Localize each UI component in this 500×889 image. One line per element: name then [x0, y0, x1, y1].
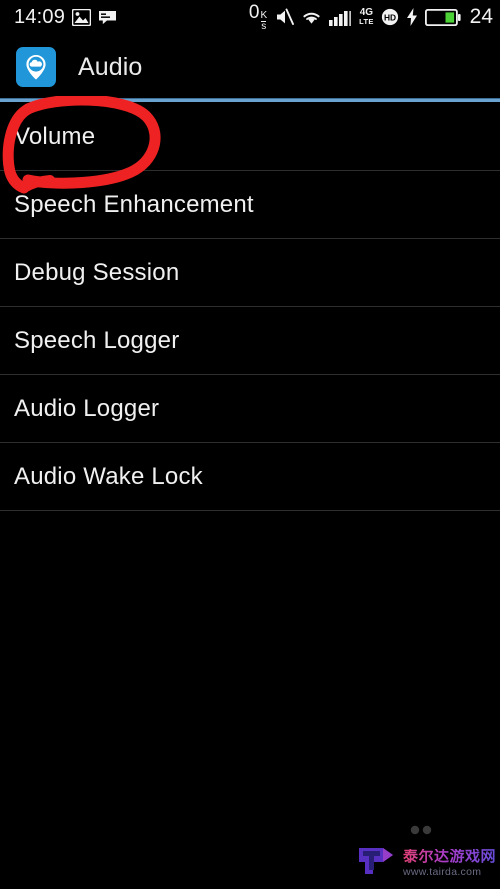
network-speed-indicator: 0 K s: [249, 2, 267, 32]
network-type-standard: LTE: [359, 17, 374, 27]
signal-bars-icon: [329, 9, 352, 26]
network-type-indicator: 4G LTE: [359, 8, 374, 26]
wifi-icon: [301, 9, 322, 25]
network-speed-value: 0: [248, 2, 260, 23]
phone-screen: 14:09 0 K s 4G LTE HD 24 Audio Volume Sp…: [0, 0, 500, 889]
watermark-text: 泰尔达游戏网 www.tairda.com: [403, 849, 496, 878]
status-bar-right: 0 K s 4G LTE HD 24: [249, 2, 493, 32]
list-item-speech-logger[interactable]: Speech Logger: [0, 307, 500, 375]
list-item-volume[interactable]: Volume: [0, 103, 500, 171]
page-title: Audio: [78, 52, 143, 81]
image-icon: [72, 8, 92, 26]
network-speed-unit: K s: [260, 10, 268, 32]
tairda-t-logo: [357, 844, 397, 883]
list-item-audio-wake-lock[interactable]: Audio Wake Lock: [0, 443, 500, 511]
status-bar-clock: 14:09: [14, 5, 66, 28]
list-item-label: Audio Wake Lock: [14, 462, 203, 490]
list-item-label: Volume: [14, 122, 96, 150]
faded-graphic: [404, 821, 438, 837]
list-item-label: Audio Logger: [14, 394, 160, 422]
list-item-debug-session[interactable]: Debug Session: [0, 239, 500, 307]
battery-percent-label: 24: [469, 5, 493, 28]
watermark-brand: 泰尔达游戏网: [402, 848, 496, 866]
header-accent-divider: [0, 98, 500, 102]
battery-icon: [424, 8, 461, 26]
list-item-speech-enhancement[interactable]: Speech Enhancement: [0, 171, 500, 239]
list-item-label: Debug Session: [14, 258, 180, 286]
list-item-label: Speech Logger: [14, 326, 180, 354]
app-bar: Audio: [0, 34, 500, 100]
list-item-audio-logger[interactable]: Audio Logger: [0, 375, 500, 443]
charging-bolt-icon: [406, 8, 418, 26]
volte-hd-icon: HD: [381, 8, 399, 26]
status-bar-left: 14:09: [14, 6, 117, 29]
list-item-label: Speech Enhancement: [14, 190, 254, 218]
status-bar: 14:09 0 K s 4G LTE HD 24: [0, 0, 500, 34]
svg-text:HD: HD: [384, 12, 396, 22]
audio-app-icon: [16, 47, 56, 87]
watermark-url: www.tairda.com: [402, 866, 482, 879]
message-icon: [98, 10, 117, 25]
site-watermark: 泰尔达游戏网 www.tairda.com: [357, 844, 496, 883]
settings-list: Volume Speech Enhancement Debug Session …: [0, 103, 500, 511]
mute-icon: [274, 8, 295, 26]
